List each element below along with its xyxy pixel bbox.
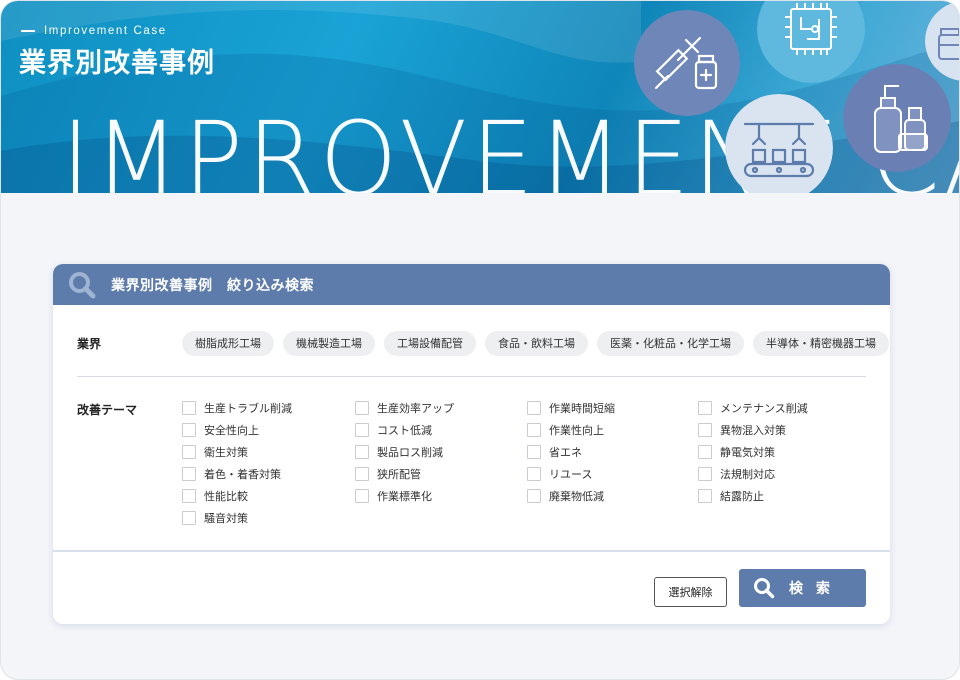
search-button-label: 検 索 [789,581,834,597]
search-button[interactable]: 検 索 [739,569,866,607]
filter-card-header: 業界別改善事例 絞り込み検索 [53,264,890,305]
checkbox[interactable] [355,401,369,415]
checkbox[interactable] [182,467,196,481]
checkbox[interactable] [527,423,541,437]
section-divider [77,376,866,377]
industry-chip-piping[interactable]: 工場設備配管 [384,331,476,356]
theme-option-label: 異物混入対策 [720,424,786,437]
checkbox[interactable] [182,489,196,503]
checkbox[interactable] [182,445,196,459]
theme-option-label: 省エネ [549,446,582,459]
theme-option-label: 性能比較 [204,490,248,503]
eyebrow-dash [21,30,35,32]
clear-selection-button[interactable]: 選択解除 [654,577,727,607]
syringe-vial-icon [634,10,740,116]
checkbox[interactable] [355,423,369,437]
theme-checkbox-item[interactable]: 作業性向上 [527,422,604,438]
bottles-icon [843,64,951,172]
theme-option-label: 衛生対策 [204,446,248,459]
theme-checkbox-item[interactable]: 着色・着香対策 [182,466,281,482]
theme-checkbox-item[interactable]: リユース [527,466,592,482]
theme-option-label: リユース [549,468,593,481]
checkbox[interactable] [698,489,712,503]
page-frame: Improvement Case 業界別改善事例 IMPROVEMENT CA [0,0,960,680]
theme-checkbox-item[interactable]: 性能比較 [182,488,248,504]
industry-chip-machinery[interactable]: 機械製造工場 [283,331,375,356]
checkbox[interactable] [527,401,541,415]
theme-checkbox-item[interactable]: 作業標準化 [355,488,432,504]
theme-checkbox-item[interactable]: 作業時間短縮 [527,400,615,416]
theme-checkbox-item[interactable]: 狭所配管 [355,466,421,482]
theme-checkbox-item[interactable]: 生産トラブル削減 [182,400,292,416]
industry-chip-semiconductor-precision[interactable]: 半導体・精密機器工場 [753,331,889,356]
theme-option-label: 生産トラブル削減 [204,402,292,415]
theme-option-label: 狭所配管 [377,468,421,481]
theme-option-label: メンテナンス削減 [720,402,808,415]
theme-option-label: 廃棄物低減 [549,490,604,503]
theme-option-label: コスト低減 [377,424,432,437]
industry-chip-list: 樹脂成形工場 機械製造工場 工場設備配管 食品・飲料工場 医薬・化粧品・化学工場… [182,331,889,356]
theme-checkbox-item[interactable]: 生産効率アップ [355,400,454,416]
checkbox[interactable] [698,423,712,437]
footer-divider [53,550,890,552]
checkbox[interactable] [182,423,196,437]
industry-label: 業界 [77,337,102,351]
filter-search-card: 業界別改善事例 絞り込み検索 業界 樹脂成形工場 機械製造工場 工場設備配管 食… [53,264,890,624]
theme-checkbox-item[interactable]: メンテナンス削減 [698,400,808,416]
theme-option-label: 生産効率アップ [377,402,454,415]
theme-option-label: 結露防止 [720,490,764,503]
theme-checkbox-item[interactable]: 安全性向上 [182,422,259,438]
theme-checkbox-item[interactable]: 廃棄物低減 [527,488,604,504]
checkbox[interactable] [527,467,541,481]
industry-chip-pharma-cosmetics-chemical[interactable]: 医薬・化粧品・化学工場 [597,331,744,356]
theme-checkbox-item[interactable]: 製品ロス削減 [355,444,443,460]
checkbox[interactable] [527,489,541,503]
theme-checkbox-item[interactable]: 結露防止 [698,488,764,504]
industry-filter-row: 業界 樹脂成形工場 機械製造工場 工場設備配管 食品・飲料工場 医薬・化粧品・化… [53,329,890,357]
checkbox[interactable] [698,401,712,415]
theme-checkbox-item[interactable]: 静電気対策 [698,444,775,460]
industry-chip-resin-molding[interactable]: 樹脂成形工場 [182,331,274,356]
conveyor-robot-icon [725,94,833,193]
theme-option-label: 製品ロス削減 [377,446,443,459]
theme-option-label: 作業標準化 [377,490,432,503]
theme-checkbox-item[interactable]: 衛生対策 [182,444,248,460]
search-icon [754,578,775,599]
theme-checkbox-item[interactable]: 騒音対策 [182,510,248,526]
theme-option-label: 作業性向上 [549,424,604,437]
theme-option-label: 静電気対策 [720,446,775,459]
hero-banner: Improvement Case 業界別改善事例 IMPROVEMENT CA [1,1,959,193]
checkbox[interactable] [698,467,712,481]
theme-checkbox-grid: 生産トラブル削減 安全性向上 衛生対策 着色・着香対策 性能比較 騒音対策 生産… [182,399,872,531]
checkbox[interactable] [355,445,369,459]
checkbox[interactable] [355,467,369,481]
checkbox[interactable] [182,511,196,525]
hero-eyebrow: Improvement Case [21,25,167,37]
theme-label: 改善テーマ [77,403,138,417]
checkbox[interactable] [698,445,712,459]
page-title: 業界別改善事例 [19,48,215,79]
theme-checkbox-item[interactable]: コスト低減 [355,422,432,438]
checkbox[interactable] [527,445,541,459]
search-icon [69,271,96,298]
industry-chip-food-beverage[interactable]: 食品・飲料工場 [485,331,588,356]
theme-option-label: 安全性向上 [204,424,259,437]
hero-eyebrow-text: Improvement Case [44,25,167,37]
filter-card-title: 業界別改善事例 絞り込み検索 [111,277,314,294]
checkbox[interactable] [355,489,369,503]
theme-option-label: 騒音対策 [204,512,248,525]
theme-option-label: 着色・着香対策 [204,468,281,481]
checkbox[interactable] [182,401,196,415]
theme-option-label: 作業時間短縮 [549,402,615,415]
theme-option-label: 法規制対応 [720,468,775,481]
theme-checkbox-item[interactable]: 省エネ [527,444,582,460]
theme-checkbox-item[interactable]: 法規制対応 [698,466,775,482]
theme-checkbox-item[interactable]: 異物混入対策 [698,422,786,438]
